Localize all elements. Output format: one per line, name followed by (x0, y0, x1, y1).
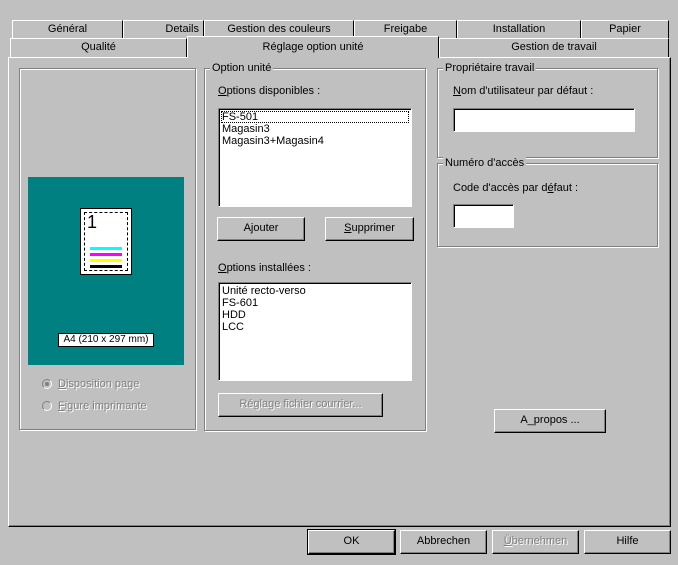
default-access-code-input[interactable] (453, 204, 514, 228)
default-username-label: Nom d'utilisateur par défaut : (453, 85, 594, 97)
tab-label: Gestion de travail (511, 41, 597, 53)
mail-file-settings-button[interactable]: Réglage fichier courrier... (218, 393, 383, 417)
disposition-page-radio[interactable] (42, 379, 52, 389)
list-item[interactable]: LCC (221, 321, 409, 333)
tab-label: Papier (609, 23, 641, 35)
list-item[interactable]: HDD (221, 309, 409, 321)
page-icon: 1 (80, 208, 132, 275)
about-button[interactable]: A_propos ... (494, 409, 606, 433)
cyan-stripe (90, 247, 122, 250)
tab-qualite[interactable]: Qualité (10, 38, 187, 57)
installed-options-list[interactable]: Unité recto-verso FS-601 HDD LCC (218, 282, 412, 381)
yellow-stripe (90, 259, 122, 262)
page-number: 1 (87, 212, 98, 232)
disposition-page-label: Disposition page (58, 378, 140, 390)
tab-label: Freigabe (383, 23, 428, 35)
list-item[interactable]: FS-601 (221, 297, 409, 309)
ok-button[interactable]: OK (307, 529, 396, 555)
figure-imprimante-label: Figure imprimante (58, 400, 147, 412)
black-stripe (90, 265, 122, 268)
list-item[interactable]: FS-501 (221, 111, 409, 123)
figure-imprimante-radio[interactable] (42, 401, 52, 411)
tab-label: Qualité (81, 41, 116, 53)
remove-button[interactable]: Supprimer (325, 217, 414, 241)
tab-label: Installation (492, 23, 546, 35)
tab-general[interactable]: Général (12, 20, 123, 38)
cancel-button[interactable]: Abbrechen (400, 530, 487, 554)
default-access-code-label: Code d'accès par défaut : (453, 182, 579, 194)
page-preview: 1 A4 (210 x 297 mm) (28, 177, 184, 365)
active-tab-joint (188, 56, 438, 59)
tab-papier[interactable]: Papier (581, 20, 669, 38)
tab-label: Details (165, 23, 199, 35)
apply-button[interactable]: Übernehmen (492, 530, 579, 554)
paper-size-label: A4 (210 x 297 mm) (58, 333, 154, 347)
help-button[interactable]: Hilfe (584, 530, 671, 554)
option-unite-title: Option unité (210, 61, 274, 75)
access-number-title: Numéro d'accès (443, 156, 527, 170)
available-options-list[interactable]: FS-501 Magasin3 Magasin3+Magasin4 (218, 108, 412, 207)
list-item[interactable]: Magasin3 (221, 123, 409, 135)
tab-label: Gestion des couleurs (227, 23, 331, 35)
add-button[interactable]: Ajouter (217, 217, 305, 241)
installed-options-label: Options installées : (218, 262, 311, 274)
default-username-input[interactable] (453, 108, 635, 132)
job-owner-title: Propriétaire travail (443, 61, 537, 75)
available-options-label: Options disponibles : (218, 85, 321, 97)
tab-installation[interactable]: Installation (457, 20, 581, 38)
list-item[interactable]: Magasin3+Magasin4 (221, 135, 409, 147)
tab-reglage-option-unite[interactable]: Réglage option unité (187, 36, 439, 58)
tab-label: Réglage option unité (262, 41, 364, 53)
tab-label: Général (47, 23, 88, 35)
tab-gestion-travail[interactable]: Gestion de travail (439, 38, 669, 57)
list-item[interactable]: Unité recto-verso (221, 285, 409, 297)
magenta-stripe (90, 253, 122, 256)
